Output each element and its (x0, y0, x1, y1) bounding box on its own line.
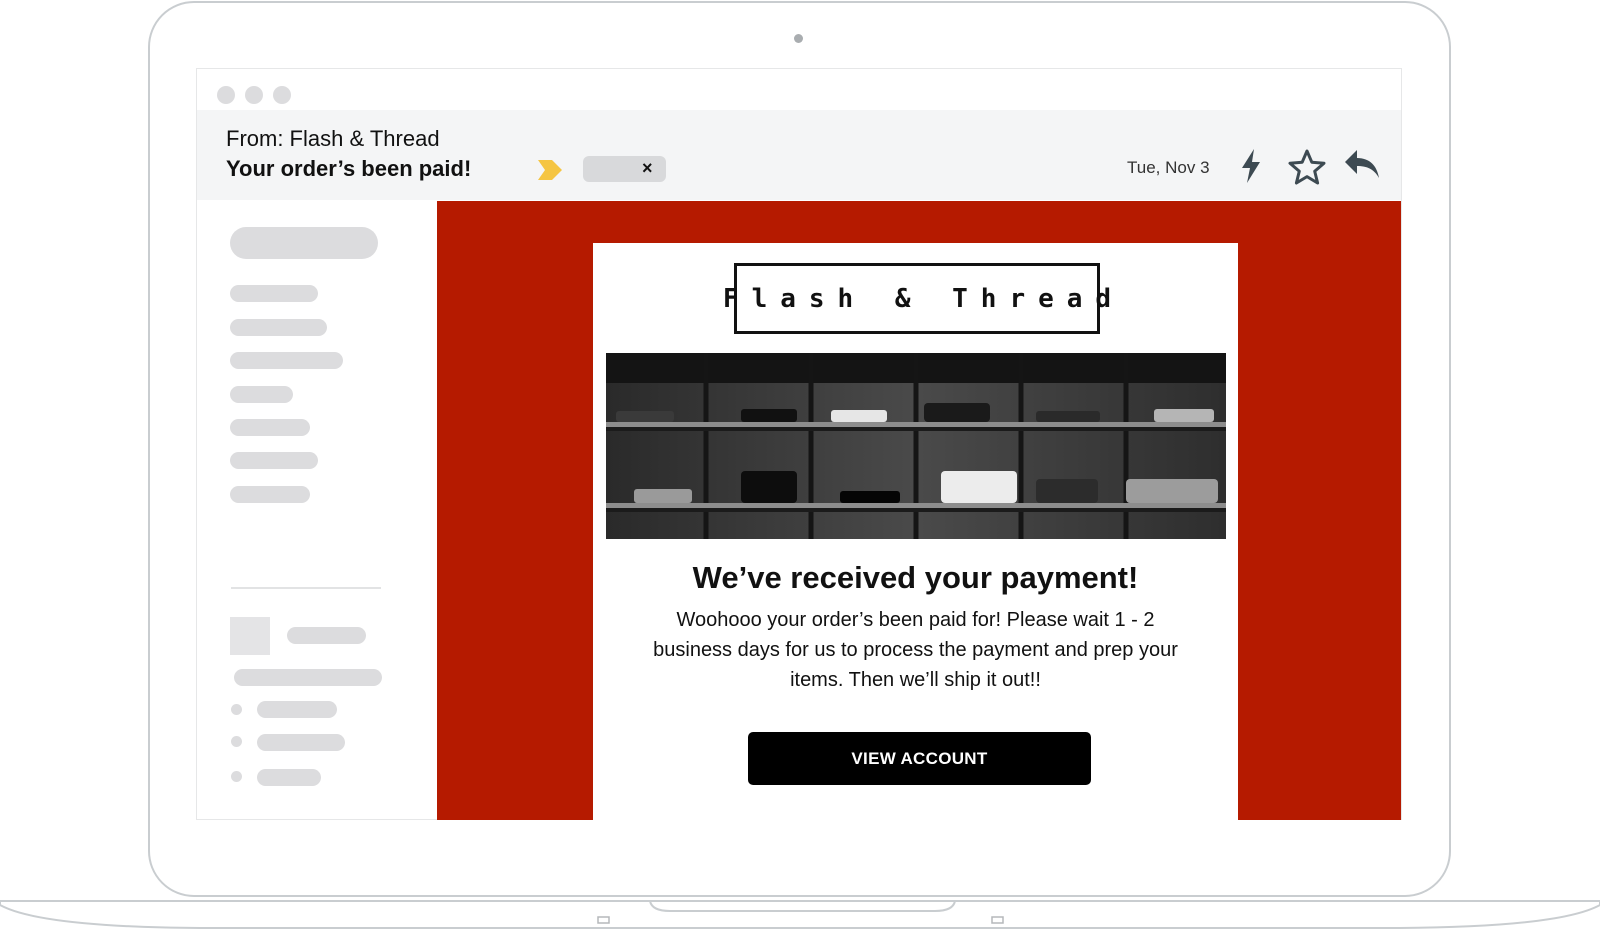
window-close-dot[interactable] (217, 86, 235, 104)
close-icon[interactable]: × (642, 158, 653, 178)
nav-item-placeholder (230, 386, 293, 403)
contact-detail-placeholder (234, 669, 382, 686)
window-maximize-dot[interactable] (273, 86, 291, 104)
tag-arrow-icon[interactable] (536, 158, 564, 182)
window-minimize-dot[interactable] (245, 86, 263, 104)
nav-item-placeholder (230, 319, 327, 336)
nav-item-placeholder (230, 352, 343, 369)
nav-item-placeholder (230, 452, 318, 469)
email-body-text: Woohooo your order’s been paid for! Plea… (653, 609, 1178, 691)
nav-item-placeholder (230, 419, 310, 436)
brand-logo: Flash & Thread (723, 263, 1111, 334)
avatar-placeholder (230, 617, 270, 655)
list-item-placeholder (257, 701, 337, 718)
star-icon[interactable] (1287, 148, 1327, 186)
sidebar-divider (231, 587, 381, 589)
laptop-base (0, 900, 1600, 929)
bullet-placeholder (231, 771, 242, 782)
contact-name-placeholder (287, 627, 366, 644)
email-subject: Your order’s been paid! (226, 156, 472, 181)
email-date: Tue, Nov 3 (1127, 158, 1210, 177)
bullet-placeholder (231, 704, 242, 715)
email-sender: From: Flash & Thread (226, 126, 440, 151)
nav-item-placeholder (230, 285, 318, 302)
label-tag[interactable] (583, 156, 666, 182)
brand-logo-text: Flash & Thread (722, 283, 1125, 314)
email-headline: We’ve received your payment! (692, 560, 1139, 595)
view-account-button[interactable]: VIEW ACCOUNT (748, 732, 1091, 785)
hero-image (606, 353, 1226, 539)
reply-icon[interactable] (1343, 148, 1381, 182)
lightning-icon[interactable] (1238, 148, 1264, 184)
email-header (197, 110, 1401, 200)
nav-item-placeholder (230, 486, 310, 503)
list-item-placeholder (257, 769, 321, 786)
compose-placeholder (230, 227, 378, 259)
bullet-placeholder (231, 736, 242, 747)
list-item-placeholder (257, 734, 345, 751)
laptop-camera (794, 34, 803, 43)
